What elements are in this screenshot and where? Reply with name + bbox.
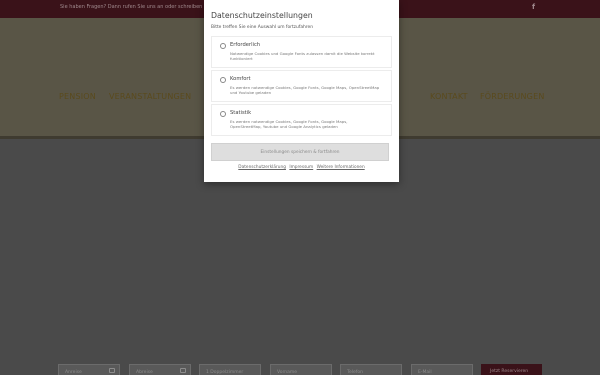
facebook-icon[interactable]: f	[532, 3, 535, 11]
topbar-contact-text: Sie haben Fragen? Dann rufen Sie uns an …	[60, 4, 223, 10]
radio-statistics[interactable]	[220, 111, 226, 117]
option-description: Es werden notwendige Cookies, Google Fon…	[230, 85, 380, 96]
nav-item-veranstaltungen[interactable]: VERANSTALTUNGEN	[109, 92, 191, 101]
option-statistics[interactable]: Statistik Es werden notwendige Cookies, …	[211, 104, 392, 136]
email-field[interactable]: E-Mail	[411, 364, 473, 375]
privacy-policy-link[interactable]: Datenschutzerklärung	[238, 165, 286, 170]
calendar-icon	[180, 368, 186, 373]
phone-label: Telefon	[347, 370, 363, 375]
radio-comfort[interactable]	[220, 77, 226, 83]
arrival-label: Anreise	[65, 370, 82, 375]
option-comfort[interactable]: Komfort Es werden notwendige Cookies, Go…	[211, 70, 392, 102]
option-title: Erforderlich	[230, 42, 261, 48]
privacy-settings-modal: Datenschutzeinstellungen Bitte treffen S…	[204, 0, 399, 182]
departure-field[interactable]: Abreise	[129, 364, 191, 375]
save-settings-button[interactable]: Einstellungen speichern & fortfahren	[211, 143, 389, 161]
nav-item-foerderungen[interactable]: FÖRDERUNGEN	[480, 92, 545, 101]
nav-item-pension[interactable]: PENSION	[59, 92, 96, 101]
option-title: Statistik	[230, 110, 252, 116]
modal-title: Datenschutzeinstellungen	[211, 11, 313, 20]
option-required[interactable]: Erforderlich Notwendige Cookies und Goog…	[211, 36, 392, 68]
option-title: Komfort	[230, 76, 251, 82]
modal-subtitle: Bitte treffen Sie eine Auswahl um fortzu…	[211, 25, 313, 30]
modal-links: Datenschutzerklärung Impressum Weitere I…	[204, 165, 399, 170]
save-settings-label: Einstellungen speichern & fortfahren	[260, 150, 340, 155]
phone-field[interactable]: Telefon	[340, 364, 402, 375]
email-label: E-Mail	[418, 370, 432, 375]
nav-item-kontakt[interactable]: KONTAKT	[430, 92, 468, 101]
arrival-field[interactable]: Anreise	[58, 364, 120, 375]
departure-label: Abreise	[136, 370, 153, 375]
firstname-field[interactable]: Vorname	[270, 364, 332, 375]
reserve-button[interactable]: Jetzt Reservieren	[481, 364, 542, 375]
room-label: 1 Doppelzimmer	[206, 370, 244, 375]
room-select[interactable]: 1 Doppelzimmer	[199, 364, 261, 375]
reserve-button-label: Jetzt Reservieren	[490, 369, 529, 374]
calendar-icon	[109, 368, 115, 373]
more-info-link[interactable]: Weitere Informationen	[317, 165, 365, 170]
radio-required[interactable]	[220, 43, 226, 49]
option-description: Es werden notwendige Cookies, Google Fon…	[230, 119, 348, 130]
firstname-label: Vorname	[277, 370, 298, 375]
option-description: Notwendige Cookies und Google Fonts zula…	[230, 51, 375, 62]
imprint-link[interactable]: Impressum	[289, 165, 313, 170]
